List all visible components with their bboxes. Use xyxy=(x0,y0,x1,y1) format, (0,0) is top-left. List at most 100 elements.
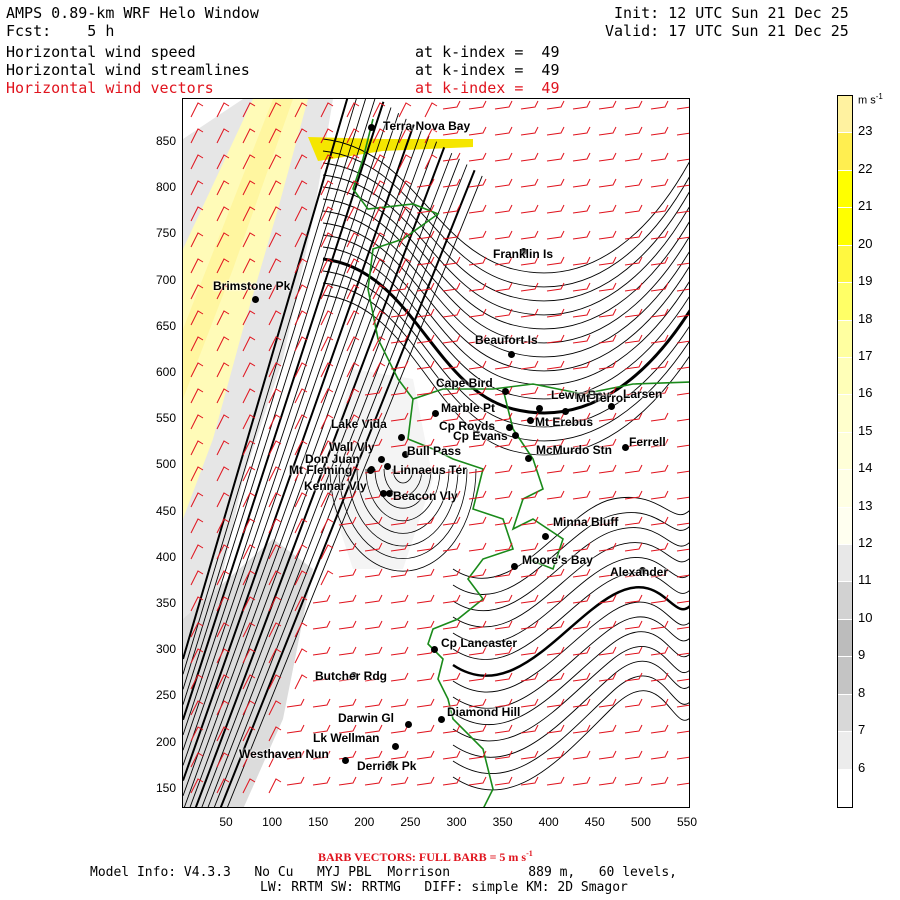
place-label[interactable]: Kennar Vly xyxy=(304,479,367,493)
wind-barb xyxy=(398,102,412,118)
colorbar-segment xyxy=(838,470,852,508)
place-label[interactable]: McMurdo Stn xyxy=(536,443,612,457)
wind-barb xyxy=(624,126,643,136)
wind-barb xyxy=(494,724,513,734)
wind-barb xyxy=(572,750,591,760)
colorbar-segment xyxy=(838,769,852,807)
colorbar-level-label: 11 xyxy=(858,572,872,588)
colorbar-segment xyxy=(838,582,852,620)
place-label[interactable]: Brimstone Pk xyxy=(213,279,290,293)
wind-barb xyxy=(546,308,565,318)
wind-barb xyxy=(676,132,689,136)
wind-barb xyxy=(598,750,617,760)
wind-barb xyxy=(520,152,539,162)
wind-barb xyxy=(424,102,438,118)
wind-barb xyxy=(442,776,461,786)
colorbar-level-label: 20 xyxy=(858,235,873,251)
place-label[interactable]: Mt Terror xyxy=(576,391,628,405)
station-dot xyxy=(438,716,445,723)
streamline xyxy=(452,586,689,678)
wind-barb xyxy=(572,542,591,552)
wind-barb xyxy=(286,776,305,786)
wind-barb xyxy=(546,204,565,214)
wind-barb xyxy=(624,620,643,630)
place-label[interactable]: Minna Bluff xyxy=(553,515,618,529)
wind-map[interactable]: Terra Nova Bay Franklin Is Brimstone Pk Bea… xyxy=(182,98,690,808)
station-dot xyxy=(386,490,393,497)
wind-barb xyxy=(572,282,591,292)
wind-barb xyxy=(520,698,539,708)
x-tick-label: 100 xyxy=(262,815,283,829)
barb-legend-text: BARB VECTORS: FULL BARB = 5 m s xyxy=(318,850,527,864)
place-label[interactable]: Franklin Is xyxy=(493,247,553,261)
wind-barb xyxy=(364,750,383,760)
wind-barb xyxy=(442,542,461,552)
wind-barb xyxy=(468,542,487,552)
colorbar-segment xyxy=(838,694,852,733)
wind-barb xyxy=(650,204,669,214)
colorbar-segment xyxy=(838,283,852,321)
wind-barb xyxy=(546,360,565,370)
place-label[interactable]: Alexander xyxy=(610,565,668,579)
place-label[interactable]: Cp Evans xyxy=(453,429,508,443)
wind-barb xyxy=(494,594,513,604)
colorbar-level-label: 9 xyxy=(858,647,866,663)
place-label[interactable]: Larsen xyxy=(623,387,662,401)
wind-barb xyxy=(572,464,591,474)
y-tick-label: 550 xyxy=(155,411,176,426)
wind-barb xyxy=(494,776,513,786)
wind-barb xyxy=(416,568,435,578)
y-tick-label: 200 xyxy=(155,734,176,749)
place-label[interactable]: Terra Nova Bay xyxy=(383,119,470,133)
wind-barb xyxy=(572,256,591,266)
colorbar-segment xyxy=(838,432,852,471)
wind-barb xyxy=(312,646,331,656)
place-label[interactable]: Beacon Vly xyxy=(393,489,458,503)
wind-barb xyxy=(364,620,383,630)
wind-barb xyxy=(676,652,689,656)
place-label[interactable]: Bull Pass xyxy=(407,444,461,458)
x-tick-label: 450 xyxy=(584,815,605,829)
place-label[interactable]: Diamond Hill xyxy=(447,705,520,719)
wind-barb xyxy=(650,100,669,110)
wind-barb xyxy=(364,698,383,708)
place-label[interactable]: Butcher Rdg xyxy=(315,669,387,683)
place-label[interactable]: Ferrell xyxy=(629,435,666,449)
colorbar-level-label: 17 xyxy=(858,347,873,363)
valid-time: Valid: 17 UTC Sun 21 Dec 25 xyxy=(605,22,849,40)
place-label[interactable]: Cape Bird xyxy=(436,376,493,390)
place-label[interactable]: Moore's Bay xyxy=(522,553,593,567)
y-tick-label: 400 xyxy=(155,549,176,564)
wind-barb xyxy=(494,230,513,240)
wind-barb xyxy=(468,256,487,266)
place-label[interactable]: Beaufort Is xyxy=(475,333,538,347)
field-streamlines-level: at k-index = 49 xyxy=(415,61,560,79)
place-label[interactable]: Derrick Pk xyxy=(357,759,416,773)
place-label[interactable]: Westhaven Nun xyxy=(239,747,329,761)
wind-barb xyxy=(520,750,539,760)
wind-barb xyxy=(572,152,591,162)
wind-barb xyxy=(494,464,513,474)
wind-barb xyxy=(598,360,617,370)
wind-barb xyxy=(442,750,461,760)
wind-barb xyxy=(624,464,643,474)
place-label[interactable]: Marble Pt xyxy=(441,401,495,415)
place-label[interactable]: Linnaeus Ter xyxy=(393,463,467,477)
place-label[interactable]: Cp Lancaster xyxy=(441,636,517,650)
wind-barb xyxy=(572,100,591,110)
place-label[interactable]: Mt Fleming xyxy=(289,463,352,477)
place-label[interactable]: Lake Vida xyxy=(331,417,387,431)
wind-barb xyxy=(338,698,357,708)
wind-barb xyxy=(442,594,461,604)
colorbar-segment xyxy=(838,357,852,396)
wind-barb xyxy=(286,724,305,734)
wind-barb xyxy=(320,388,334,404)
wind-barb xyxy=(650,776,669,786)
place-label[interactable]: Mt Erebus xyxy=(535,415,593,429)
place-label[interactable]: Lk Wellman xyxy=(313,731,379,745)
wind-barb xyxy=(598,230,617,240)
physics-info: LW: RRTM SW: RRTMG DIFF: simple KM: 2D S… xyxy=(260,880,628,895)
wind-barb xyxy=(598,126,617,136)
wind-barb xyxy=(294,414,308,430)
place-label[interactable]: Darwin Gl xyxy=(338,711,394,725)
